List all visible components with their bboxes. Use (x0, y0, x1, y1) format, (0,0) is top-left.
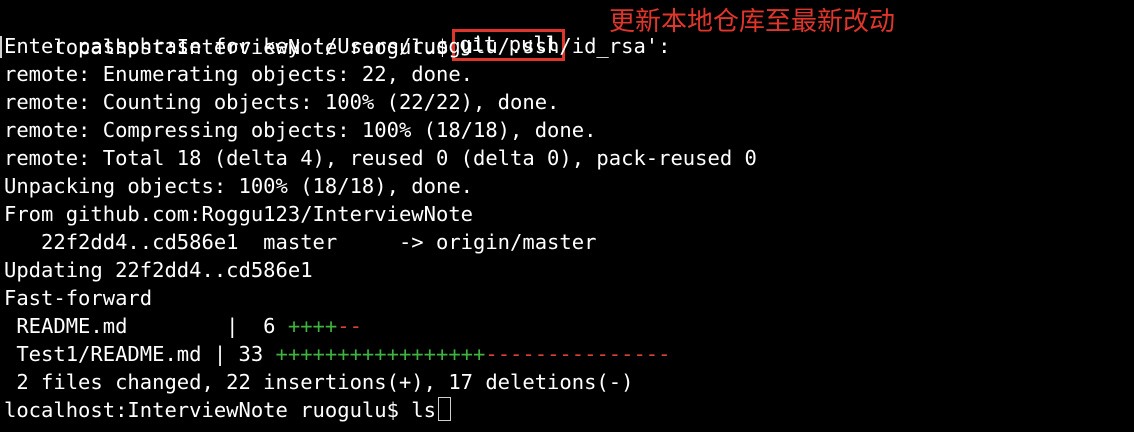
output-line: 22f2dd4..cd586e1 master -> origin/master (4, 230, 597, 254)
cursor-icon (437, 397, 451, 421)
typed-command: ls (398, 398, 436, 422)
diffstat-file: README.md | 6 (4, 314, 288, 338)
output-line: Updating 22f2dd4..cd586e1 (4, 258, 313, 282)
terminal-window[interactable]: localhost:InterviewNote ruogulu$ git pull… (0, 4, 1130, 428)
output-line: Unpacking objects: 100% (18/18), done. (4, 174, 473, 198)
output-line: remote: Enumerating objects: 22, done. (4, 62, 473, 86)
prompt: localhost:InterviewNote ruogulu$ (4, 398, 399, 422)
diffstat-line: Test1/README.md | 33 +++++++++++++++++--… (4, 340, 1130, 368)
deletions-bar: --------------- (485, 342, 671, 366)
output-line: Enter passphrase for key '/Users/ruogulu… (0, 32, 1130, 60)
diffstat-line: README.md | 6 ++++-- (4, 312, 1130, 340)
bracket-icon (0, 36, 6, 58)
output-line: Fast-forward (4, 286, 153, 310)
output-line: remote: Compressing objects: 100% (18/18… (4, 118, 597, 142)
first-prompt-line: localhost:InterviewNote ruogulu$ git pull (4, 4, 1130, 61)
output-line: remote: Total 18 (delta 4), reused 0 (de… (4, 146, 757, 170)
deletions-bar: -- (337, 314, 362, 338)
output-line: From github.com:Roggu123/InterviewNote (4, 202, 473, 226)
last-prompt-line[interactable]: localhost:InterviewNote ruogulu$ ls (4, 396, 1130, 424)
summary-line: 2 files changed, 22 insertions(+), 17 de… (4, 370, 634, 394)
insertions-bar: +++++++++++++++++ (275, 342, 486, 366)
insertions-bar: ++++ (287, 314, 338, 338)
output-line: remote: Counting objects: 100% (22/22), … (4, 90, 560, 114)
diffstat-file: Test1/README.md | 33 (4, 342, 276, 366)
